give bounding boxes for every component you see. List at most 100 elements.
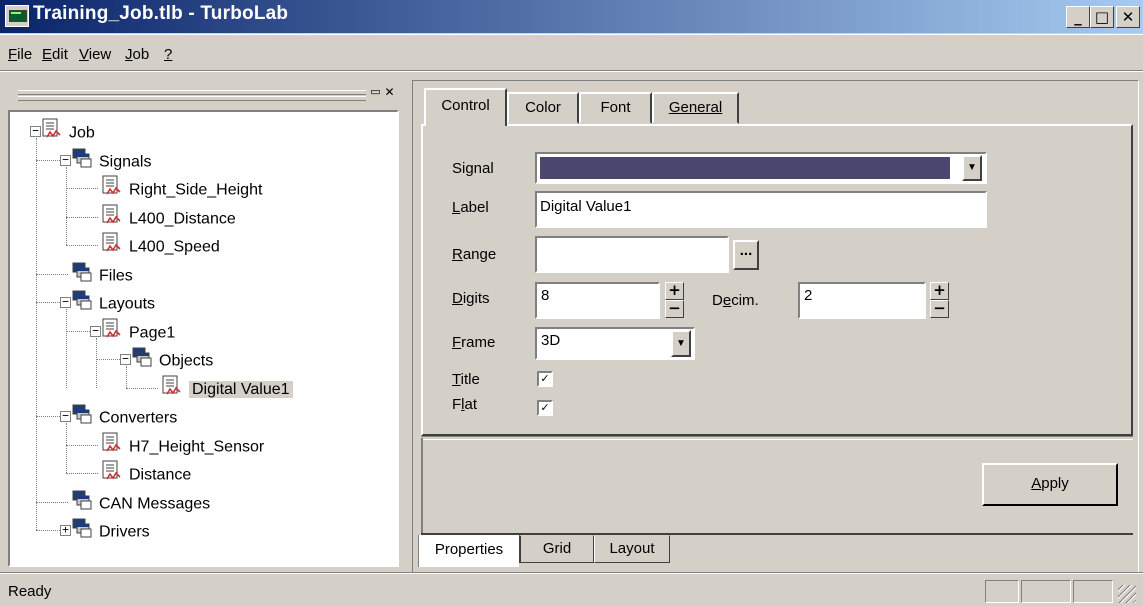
tree-node[interactable]: Distance [101,460,191,486]
dock-grip[interactable] [18,90,366,95]
document-icon [101,204,123,235]
tree-connector [36,273,68,275]
menu-view[interactable]: View [79,46,111,63]
tree-node[interactable]: H7_Height_Sensor [101,432,264,458]
tree-connector [66,216,98,218]
minimize-button[interactable]: _ [1066,6,1090,28]
range-label: Range [452,246,497,263]
tree-node[interactable]: Right_Side_Height [101,175,262,201]
tree-connector [66,309,67,388]
tree-node-label: Converters [99,409,178,427]
status-pane [1073,580,1113,603]
collapse-icon[interactable]: − [30,125,41,137]
decim-spinner[interactable]: + − [930,282,949,318]
expand-icon[interactable]: + [60,524,71,536]
tree-node[interactable]: Job [41,118,95,144]
tree-node[interactable]: Signals [71,147,151,173]
decim-increment-icon[interactable]: + [930,282,949,300]
maximize-button[interactable]: □ [1090,6,1114,28]
document-icon [101,232,123,263]
apply-button[interactable]: Apply [982,463,1118,506]
tree-node[interactable]: CAN Messages [71,489,210,515]
tree-node-label: Distance [129,466,192,484]
tab-general[interactable]: General [652,92,739,124]
folder-stack-icon [71,147,93,178]
resize-grip-icon[interactable] [1118,585,1136,603]
decim-label: Decim. [712,292,759,309]
dock-grip [18,96,366,101]
menu-edit[interactable]: Edit [42,46,68,63]
menu-job[interactable]: Job [125,46,149,63]
digits-decrement-icon[interactable]: − [665,300,684,318]
folder-stack-icon [71,403,93,434]
label-input[interactable]: Digital Value1 [535,191,987,228]
tree-connector [66,245,98,246]
tree-node[interactable]: L400_Speed [101,232,220,258]
menu-help[interactable]: ? [164,46,172,63]
document-icon [161,375,183,406]
tree-connector [36,138,37,530]
collapse-icon[interactable]: − [120,353,131,365]
tree-node[interactable]: L400_Distance [101,204,236,230]
digits-increment-icon[interactable]: + [665,282,684,300]
document-icon [41,118,63,149]
tree-node[interactable]: Converters [71,403,177,429]
tree-node-label: H7_Height_Sensor [129,438,265,456]
tree-node-label: Layouts [99,295,156,313]
tab-layout[interactable]: Layout [594,535,670,563]
tree-node-label: Drivers [99,523,150,541]
digits-spinner[interactable]: + − [665,282,684,318]
document-icon [101,432,123,463]
collapse-icon[interactable]: − [90,325,101,337]
close-button[interactable]: ✕ [1116,6,1140,28]
frame-dropdown-arrow-icon[interactable]: ▼ [671,330,691,357]
separator [421,438,423,534]
collapse-icon[interactable]: − [60,296,71,308]
digits-label: Digits [452,290,490,307]
tree-node-label: Job [69,124,95,142]
tree-connector [66,188,98,189]
tab-color[interactable]: Color [507,92,579,124]
tree-connector [96,337,97,388]
tree-node[interactable]: Files [71,261,133,287]
signal-value [540,157,950,179]
tree-connector [66,166,67,245]
tree-connector [126,366,127,388]
title-checkbox[interactable]: ✓ [537,371,553,387]
range-input[interactable] [535,236,729,273]
tree-content: Job − Signals − Right_Side_Height L400_Distan… [8,110,399,567]
tree-node[interactable]: Drivers [71,517,150,543]
tree-node[interactable]: Objects [131,346,213,372]
flat-label: Flat [452,396,478,413]
app-icon[interactable] [5,5,29,27]
collapse-icon[interactable]: − [60,410,71,422]
signal-dropdown[interactable] [535,152,987,184]
tree-node-label: Page1 [129,324,176,342]
signal-dropdown-arrow-icon[interactable]: ▼ [962,155,982,181]
tree-node-label: Digital Value1 [189,381,293,399]
decim-input[interactable]: 2 [798,282,926,319]
range-browse-button[interactable]: ... [733,240,759,270]
frame-label: Frame [452,334,496,351]
flat-checkbox[interactable]: ✓ [537,400,553,416]
dock-close-icon[interactable]: ✕ [383,86,396,99]
tree-node[interactable]: Page1 [101,318,175,344]
tree-node[interactable]: Digital Value1 [161,375,293,401]
tab-properties[interactable]: Properties [418,535,519,567]
window-title: Training_Job.tlb - TurboLab [33,3,289,24]
tab-control[interactable]: Control [424,88,507,126]
dock-restore-icon[interactable]: ▭ [369,86,382,99]
menu-file[interactable]: File [8,46,32,63]
folder-stack-icon [71,289,93,320]
decim-decrement-icon[interactable]: − [930,300,949,318]
folder-stack-icon [71,489,93,520]
folder-stack-icon [71,261,93,292]
collapse-icon[interactable]: − [60,154,71,166]
tab-font[interactable]: Font [579,92,652,124]
tree-connector [36,501,68,503]
label-label: Label [452,199,489,216]
tree-node-label: L400_Speed [129,238,220,256]
tree-node[interactable]: Layouts [71,289,155,315]
digits-input[interactable]: 8 [535,282,660,319]
tab-grid[interactable]: Grid [519,535,594,563]
